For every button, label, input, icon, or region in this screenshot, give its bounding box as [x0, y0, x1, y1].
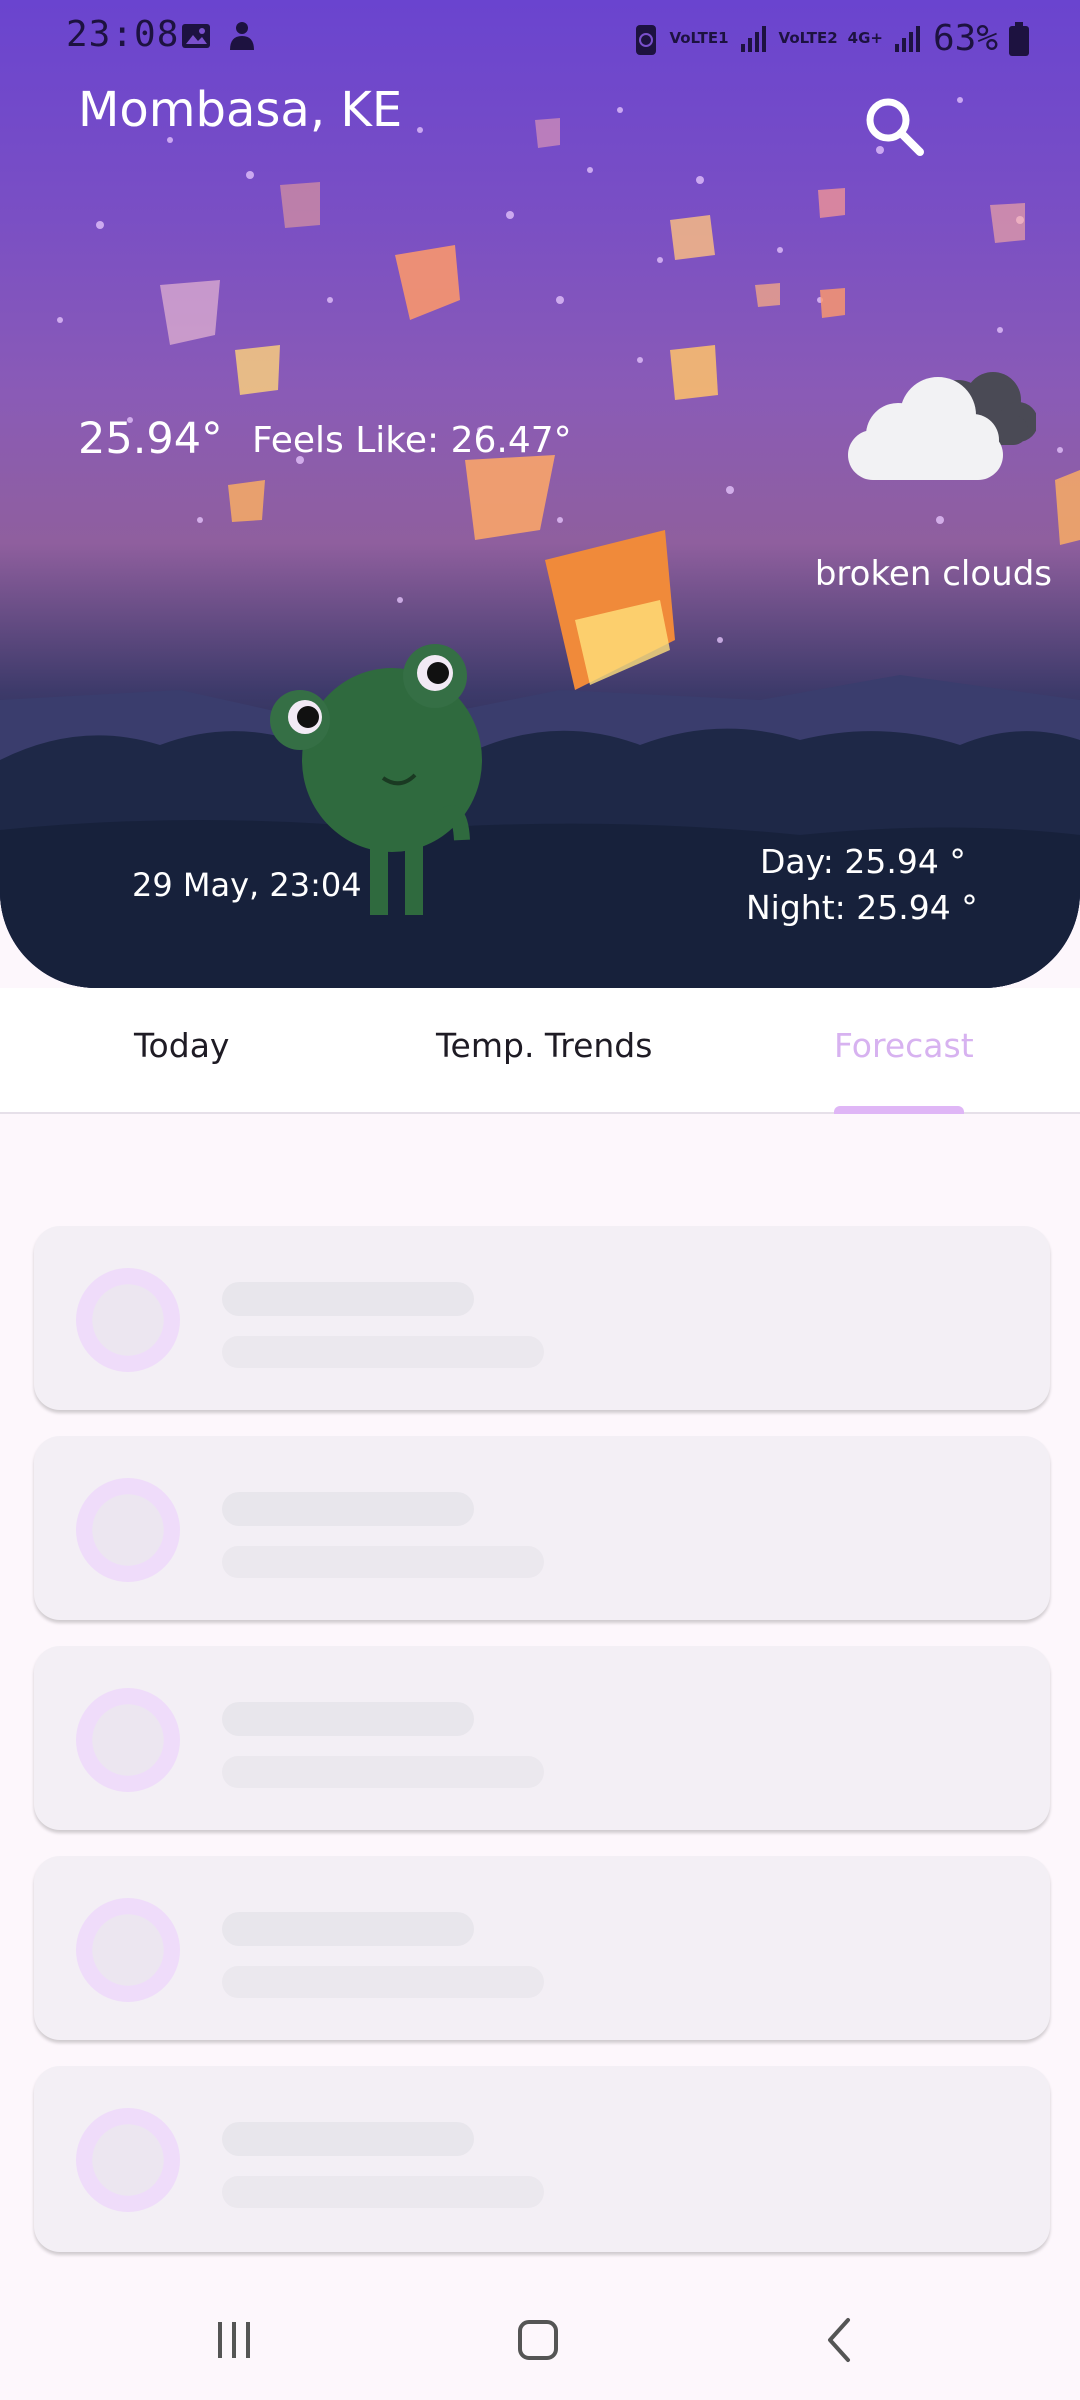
system-navigation-bar: [0, 2270, 1080, 2400]
back-icon[interactable]: [810, 2310, 870, 2370]
tab-bar: Today Temp. Trends Forecast: [0, 988, 1080, 1114]
current-temperature: 25.94°: [78, 414, 223, 464]
skeleton-avatar: [76, 1268, 180, 1372]
status-indicators: VoLTE1 VoLTE2 4G+ 63%: [633, 18, 1030, 59]
skeleton-avatar: [76, 1478, 180, 1582]
tab-forecast[interactable]: Forecast: [834, 1026, 974, 1065]
skeleton-line: [222, 1966, 544, 1998]
night-temperature: Night: 25.94 °: [746, 888, 978, 927]
skeleton-line: [222, 1336, 544, 1368]
day-temperature: Day: 25.94 °: [760, 842, 966, 881]
sim1-volte-label: VoLTE1: [669, 29, 729, 47]
weather-hero: 23:08 VoLTE1 VoLTE2 4G+ 63% Mombasa, KE …: [0, 0, 1080, 988]
feels-like-temperature: Feels Like: 26.47°: [252, 420, 572, 461]
search-icon[interactable]: [860, 92, 930, 162]
loading-card: [34, 1226, 1050, 1410]
skeleton-line: [222, 1756, 544, 1788]
skeleton-line: [222, 1282, 474, 1316]
gallery-notification-icon: [182, 24, 210, 48]
home-icon[interactable]: [508, 2310, 568, 2370]
skeleton-line: [222, 1546, 544, 1578]
status-bar: 23:08 VoLTE1 VoLTE2 4G+ 63%: [0, 0, 1080, 78]
status-time: 23:08: [66, 14, 180, 55]
loading-card: [34, 1856, 1050, 2040]
recents-icon[interactable]: [204, 2310, 264, 2370]
loading-card: [34, 1436, 1050, 1620]
loading-card: [34, 2066, 1050, 2252]
skeleton-line: [222, 1912, 474, 1946]
tab-today[interactable]: Today: [134, 1026, 229, 1065]
data-saver-icon: [636, 24, 657, 55]
signal-sim2-icon: [894, 25, 920, 52]
skeleton-line: [222, 2176, 544, 2208]
weather-condition: broken clouds: [814, 554, 1052, 594]
date-time: 29 May, 23:04: [132, 866, 362, 904]
broken-clouds-icon: [848, 372, 1036, 480]
skeleton-line: [222, 1702, 474, 1736]
city-name: Mombasa, KE: [78, 82, 403, 138]
loading-card: [34, 1646, 1050, 1830]
battery-percent: 63%: [932, 18, 998, 59]
signal-sim1-icon: [740, 25, 766, 52]
network-type: 4G+: [847, 29, 883, 47]
battery-icon: [1009, 21, 1029, 56]
skeleton-avatar: [76, 2108, 180, 2212]
skeleton-line: [222, 1492, 474, 1526]
tab-indicator: [834, 1106, 964, 1114]
skeleton-avatar: [76, 1688, 180, 1792]
sim2-volte-label: VoLTE2: [778, 29, 838, 47]
skeleton-line: [222, 2122, 474, 2156]
skeleton-avatar: [76, 1898, 180, 2002]
notification-app-icon: [230, 22, 254, 50]
tab-temp-trends[interactable]: Temp. Trends: [436, 1026, 652, 1065]
